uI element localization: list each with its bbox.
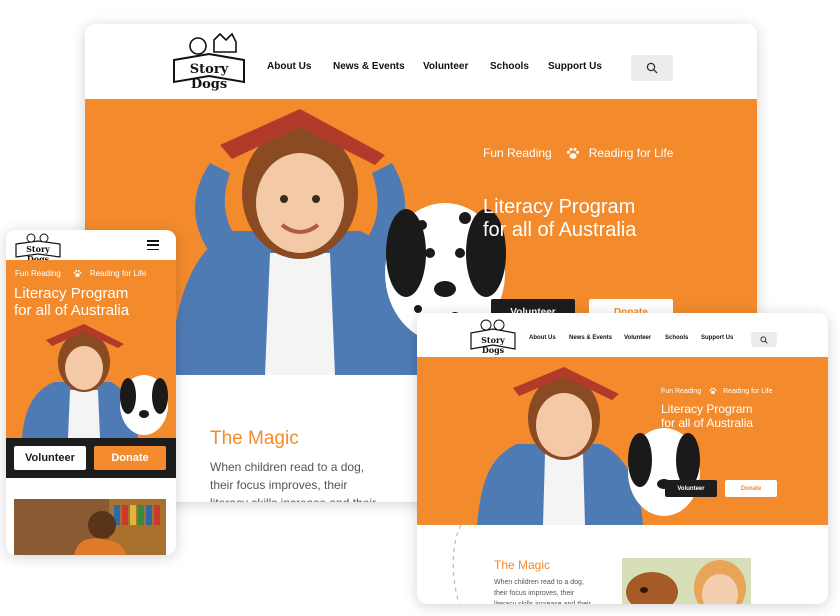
tablet-volunteer-button[interactable]: Volunteer	[665, 480, 717, 497]
mobile-tag-fun-reading: Fun Reading	[15, 269, 61, 278]
mobile-headline: Literacy Program for all of Australia	[14, 285, 129, 320]
mobile-tag-reading-for-life: Reading for Life	[89, 269, 147, 278]
hamburger-menu-icon[interactable]	[147, 240, 159, 250]
mobile-header: Story Dogs	[6, 230, 176, 264]
headline-line-1: Literacy Program	[483, 196, 636, 218]
paw-icon	[566, 147, 579, 159]
mobile-headline-line-2: for all of Australia	[14, 302, 130, 320]
hero-tagline: Fun Reading Reading for Life	[483, 146, 673, 160]
hero-headline: Literacy Program for all of Australia	[483, 196, 636, 242]
mobile-button-bar: Volunteer Donate	[6, 438, 176, 478]
tablet-preview: Story Dogs About Us News & Events Volunt…	[417, 313, 828, 604]
mobile-preview: Story Dogs Fun Reading Reading for Life …	[6, 230, 176, 555]
mobile-hero-photo	[22, 324, 168, 438]
search-icon	[760, 335, 768, 344]
magic-heading: The Magic	[210, 428, 299, 449]
mobile-tagline: Fun Reading Reading for Life	[15, 269, 146, 278]
story-dogs-logo-tablet[interactable]: Story Dogs	[469, 317, 517, 355]
tablet-tag-fun-reading: Fun Reading	[661, 387, 702, 395]
tablet-magic-body-text: When children read to a dog, their focus…	[494, 579, 591, 604]
tablet-tagline: Fun Reading Reading for Life	[661, 387, 773, 395]
site-header: Story Dogs About Us News & Events Volunt…	[85, 24, 757, 99]
paw-icon	[709, 387, 717, 395]
logo-text: Story Dogs	[189, 62, 229, 92]
tag-reading-for-life: Reading for Life	[588, 146, 674, 160]
tablet-header: Story Dogs About Us News & Events Volunt…	[417, 313, 828, 357]
tablet-headline-line-2: for all of Australia	[661, 415, 754, 430]
tablet-decorative-dashed-curve	[452, 525, 462, 604]
tablet-magic-heading: The Magic	[494, 558, 551, 572]
nav-schools[interactable]: Schools	[490, 61, 529, 72]
tablet-nav-schools[interactable]: Schools	[665, 335, 688, 341]
tablet-donate-button[interactable]: Donate	[725, 480, 777, 497]
headline-line-2: for all of Australia	[483, 219, 637, 241]
search-icon	[646, 62, 658, 74]
nav-about-us[interactable]: About Us	[267, 61, 311, 72]
tablet-headline-line-1: Literacy Program	[661, 402, 753, 416]
story-dogs-logo[interactable]: Story Dogs	[170, 30, 248, 92]
tablet-search-button[interactable]	[751, 332, 777, 347]
tablet-hero: Fun Reading Reading for Life Literacy Pr…	[417, 357, 828, 525]
mobile-donate-button[interactable]: Donate	[94, 446, 166, 470]
tablet-dog-photo	[622, 558, 751, 604]
tag-fun-reading: Fun Reading	[483, 146, 552, 160]
nav-support-us[interactable]: Support Us	[548, 61, 602, 72]
tablet-nav-volunteer[interactable]: Volunteer	[624, 335, 651, 341]
search-button[interactable]	[631, 55, 673, 81]
paw-icon	[73, 269, 82, 277]
magic-body-text: When children read to a dog, their focus…	[210, 460, 376, 502]
tablet-headline: Literacy Program for all of Australia	[661, 402, 754, 431]
logo-text-tablet: Story Dogs	[481, 335, 505, 355]
tablet-tag-reading-for-life: Reading for Life	[723, 387, 773, 395]
mobile-hero: Fun Reading Reading for Life Literacy Pr…	[6, 260, 176, 438]
mobile-headline-line-1: Literacy Program	[14, 285, 129, 302]
tablet-nav-news-events[interactable]: News & Events	[569, 335, 612, 341]
tablet-nav-about-us[interactable]: About Us	[529, 335, 556, 341]
mobile-library-photo	[14, 499, 166, 555]
mobile-volunteer-button[interactable]: Volunteer	[14, 446, 86, 470]
nav-news-events[interactable]: News & Events	[333, 61, 405, 72]
nav-volunteer[interactable]: Volunteer	[423, 61, 468, 72]
story-dogs-logo-mobile[interactable]: Story Dogs	[14, 232, 62, 264]
tablet-nav-support-us[interactable]: Support Us	[701, 335, 733, 341]
